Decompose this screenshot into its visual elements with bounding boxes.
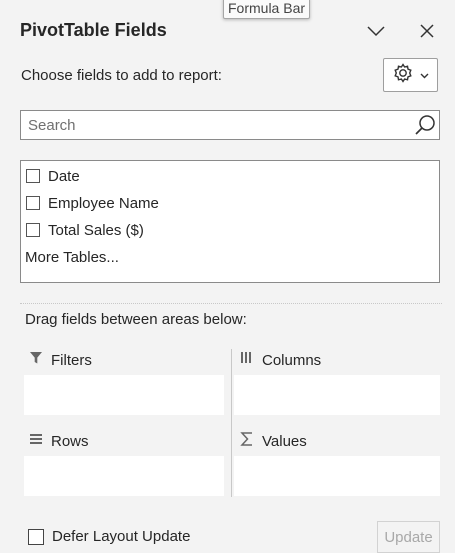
field-list: Date Employee Name Total Sales ($) More …	[20, 160, 440, 283]
rows-label: Rows	[51, 432, 89, 450]
filters-area-title: Filters	[29, 351, 92, 369]
field-label: Total Sales ($)	[48, 221, 144, 239]
search-input[interactable]	[21, 111, 415, 139]
columns-area-title: Columns	[240, 351, 321, 369]
values-drop-zone[interactable]	[234, 456, 440, 496]
search-icon[interactable]	[413, 113, 437, 137]
rows-area-title: Rows	[29, 432, 89, 450]
sigma-icon	[240, 432, 254, 450]
field-item-date[interactable]: Date	[26, 165, 80, 187]
filters-label: Filters	[51, 351, 92, 369]
rows-drop-zone[interactable]	[24, 456, 224, 496]
rows-icon	[29, 432, 43, 450]
field-label: Date	[48, 167, 80, 185]
tooltip-formula-bar: Formula Bar	[223, 0, 311, 19]
field-label: Employee Name	[48, 194, 159, 212]
close-button[interactable]	[414, 20, 440, 46]
chevron-down-icon	[366, 24, 386, 42]
columns-icon	[240, 351, 254, 369]
divider	[20, 303, 442, 304]
values-label: Values	[262, 432, 307, 450]
gear-icon	[392, 62, 414, 89]
field-checkbox[interactable]	[26, 223, 40, 237]
defer-layout-label: Defer Layout Update	[52, 528, 191, 545]
field-item-total-sales[interactable]: Total Sales ($)	[26, 219, 144, 241]
area-divider	[231, 349, 232, 497]
collapse-button[interactable]	[363, 20, 389, 46]
search-box	[20, 110, 440, 140]
field-item-employee-name[interactable]: Employee Name	[26, 192, 159, 214]
drag-fields-label: Drag fields between areas below:	[25, 311, 247, 328]
chevron-down-icon	[420, 66, 429, 84]
update-button[interactable]: Update	[377, 521, 440, 553]
columns-label: Columns	[262, 351, 322, 369]
defer-layout-checkbox[interactable]	[28, 529, 44, 545]
filters-drop-zone[interactable]	[24, 375, 224, 415]
field-checkbox[interactable]	[26, 196, 40, 210]
values-area-title: Values	[240, 432, 307, 450]
tools-button[interactable]	[383, 58, 438, 92]
field-checkbox[interactable]	[26, 169, 40, 183]
pane-title: PivotTable Fields	[20, 20, 167, 40]
close-icon	[419, 23, 435, 44]
choose-fields-label: Choose fields to add to report:	[21, 67, 222, 84]
more-tables-link[interactable]: More Tables...	[25, 249, 119, 266]
columns-drop-zone[interactable]	[234, 375, 440, 415]
filter-icon	[29, 351, 43, 369]
